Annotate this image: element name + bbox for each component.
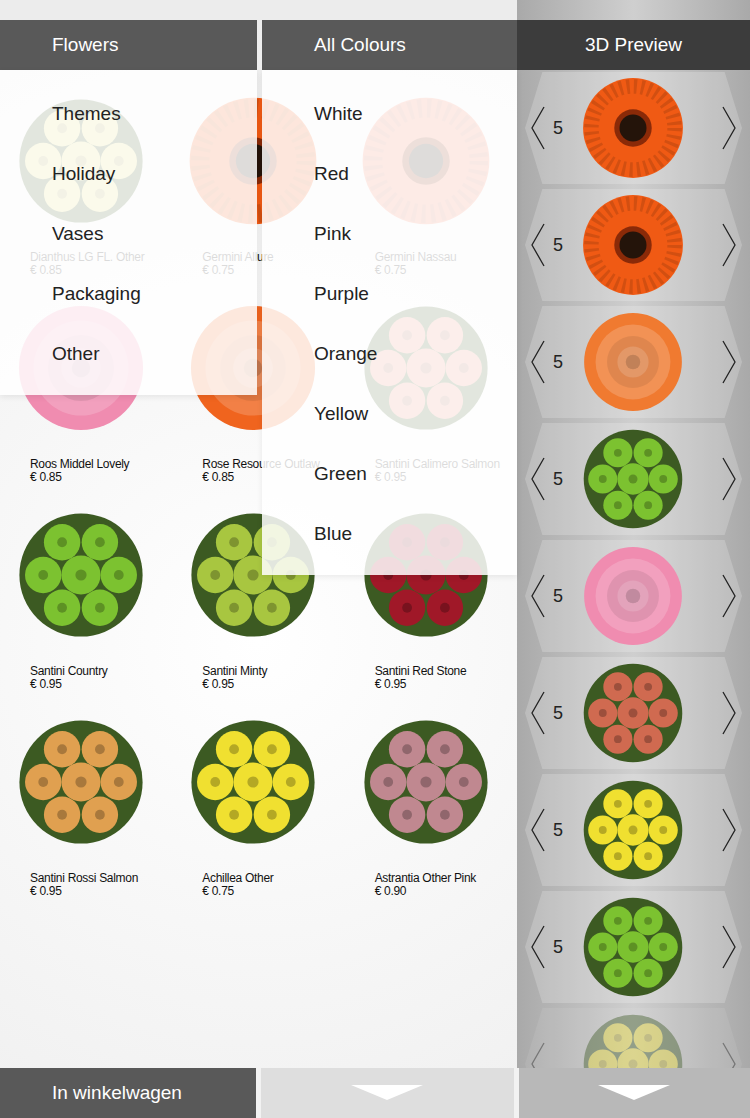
chevron-left-icon[interactable] [531, 223, 545, 267]
flower-icon [577, 423, 689, 535]
chevron-left-icon[interactable] [531, 1042, 545, 1068]
chevron-left-icon[interactable] [531, 106, 545, 150]
chevron-left-icon[interactable] [531, 457, 545, 501]
preview-item[interactable]: 5 [517, 306, 750, 418]
category-tab[interactable]: Flowers [0, 20, 257, 70]
preview-count: 5 [545, 232, 577, 259]
product-name: Santini Minty [202, 665, 344, 678]
flower-icon [581, 76, 685, 180]
colour-option[interactable]: White [262, 84, 517, 144]
product-price: € 0.95 [375, 678, 517, 691]
chevron-left-icon[interactable] [531, 808, 545, 852]
preview-item[interactable]: 5 [517, 72, 750, 184]
product-card[interactable]: Astrantia Other Pink€ 0.90 [345, 691, 517, 898]
chevron-right-icon[interactable] [722, 574, 736, 618]
product-name: Santini Country [30, 665, 172, 678]
product-card[interactable]: Santini Country€ 0.95 [0, 484, 172, 691]
preview-count: 5 [545, 817, 577, 844]
chevron-left-icon[interactable] [531, 340, 545, 384]
preview-panel: 3D Preview 5 5 5 5 5 5 5 5 [517, 0, 750, 1068]
chevron-left-icon[interactable] [531, 691, 545, 735]
product-price: € 0.75 [202, 885, 344, 898]
product-card[interactable]: Achillea Other€ 0.75 [172, 691, 344, 898]
preview-item[interactable]: 5 [517, 423, 750, 535]
flower-icon [11, 712, 151, 852]
flower-icon [581, 544, 685, 648]
colour-tab[interactable]: All Colours [262, 20, 517, 70]
chevron-right-icon[interactable] [722, 691, 736, 735]
category-option[interactable]: Other [0, 324, 257, 384]
product-name: Achillea Other [202, 872, 344, 885]
preview-item[interactable]: 5 [517, 657, 750, 769]
chevron-right-icon[interactable] [722, 340, 736, 384]
product-card[interactable]: Santini Rossi Salmon€ 0.95 [0, 691, 172, 898]
colour-option[interactable]: Red [262, 144, 517, 204]
product-price: € 0.90 [375, 885, 517, 898]
chevron-right-icon[interactable] [722, 106, 736, 150]
product-price: € 0.85 [30, 471, 172, 484]
preview-scroll-button[interactable] [519, 1068, 750, 1118]
preview-count: 5 [545, 583, 577, 610]
product-name: Roos Middel Lovely [30, 458, 172, 471]
category-menu: ThemesHolidayVasesPackagingOther [0, 70, 257, 395]
app: FlowersAll ColoursDianthus LG FL. Other€… [0, 0, 750, 1118]
flower-icon [577, 1008, 689, 1068]
preview-item[interactable] [517, 1008, 750, 1068]
preview-header: 3D Preview [517, 20, 750, 70]
product-price: € 0.95 [202, 678, 344, 691]
preview-item[interactable]: 5 [517, 774, 750, 886]
preview-count: 5 [545, 466, 577, 493]
chevron-right-icon[interactable] [722, 457, 736, 501]
colour-option[interactable]: Yellow [262, 384, 517, 444]
preview-item[interactable]: 5 [517, 891, 750, 1003]
preview-count: 5 [545, 115, 577, 142]
arrow-down-icon [598, 1085, 670, 1100]
chevron-right-icon[interactable] [722, 808, 736, 852]
product-name: Santini Red Stone [375, 665, 517, 678]
product-name: Astrantia Other Pink [375, 872, 517, 885]
chevron-left-icon[interactable] [531, 574, 545, 618]
preview-item[interactable]: 5 [517, 540, 750, 652]
scroll-down-button[interactable] [261, 1068, 514, 1118]
flower-icon [577, 891, 689, 1003]
flower-icon [356, 712, 496, 852]
colour-option[interactable]: Orange [262, 324, 517, 384]
flower-icon [577, 657, 689, 769]
cart-button[interactable]: In winkelwagen [0, 1068, 256, 1118]
catalog: FlowersAll ColoursDianthus LG FL. Other€… [0, 0, 517, 1068]
preview-count: 5 [545, 700, 577, 727]
product-price: € 0.95 [30, 678, 172, 691]
category-option[interactable]: Holiday [0, 144, 257, 204]
chevron-right-icon[interactable] [722, 925, 736, 969]
arrow-down-icon [351, 1085, 423, 1100]
colour-option[interactable]: Purple [262, 264, 517, 324]
preview-count: 5 [545, 349, 577, 376]
flower-icon [581, 193, 685, 297]
product-name: Santini Rossi Salmon [30, 872, 172, 885]
colour-menu: WhiteRedPinkPurpleOrangeYellowGreenBlue [262, 70, 517, 575]
bottom-bar: In winkelwagen [0, 1068, 750, 1118]
chevron-left-icon[interactable] [531, 925, 545, 969]
flower-icon [581, 310, 685, 414]
chevron-right-icon[interactable] [722, 1042, 736, 1068]
flower-icon [11, 505, 151, 645]
colour-option[interactable]: Pink [262, 204, 517, 264]
chevron-right-icon[interactable] [722, 223, 736, 267]
flower-icon [183, 712, 323, 852]
flower-icon [577, 774, 689, 886]
product-price: € 0.95 [30, 885, 172, 898]
category-option[interactable]: Themes [0, 84, 257, 144]
colour-option[interactable]: Green [262, 444, 517, 504]
colour-option[interactable]: Blue [262, 504, 517, 564]
category-option[interactable]: Vases [0, 204, 257, 264]
preview-count: 5 [545, 934, 577, 961]
category-option[interactable]: Packaging [0, 264, 257, 324]
preview-item[interactable]: 5 [517, 189, 750, 301]
